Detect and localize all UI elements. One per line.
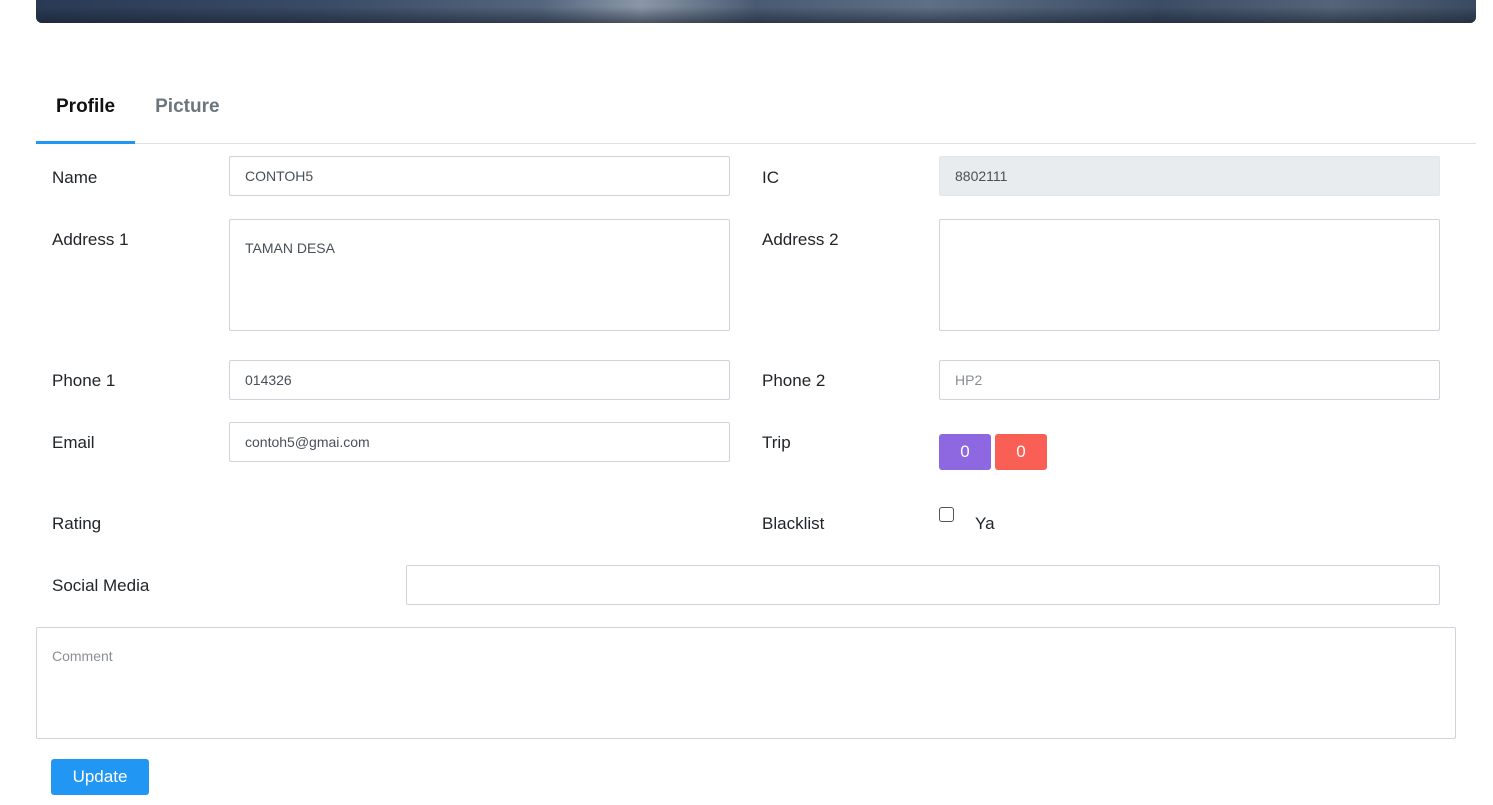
address1-label: Address 1 <box>52 230 129 249</box>
phone1-label: Phone 1 <box>52 371 116 390</box>
phone2-input[interactable] <box>939 360 1440 400</box>
header-banner-image <box>36 0 1476 23</box>
phone1-input[interactable] <box>229 360 730 400</box>
blacklist-option-label: Ya <box>975 514 995 533</box>
address2-label: Address 2 <box>762 230 839 249</box>
blacklist-checkbox[interactable] <box>939 507 954 522</box>
name-label: Name <box>52 168 98 187</box>
email-input[interactable] <box>229 422 730 462</box>
blacklist-label: Blacklist <box>762 514 825 533</box>
address2-textarea[interactable] <box>939 219 1440 331</box>
update-button[interactable]: Update <box>51 759 149 795</box>
social-media-label: Social Media <box>52 576 150 595</box>
tab-profile[interactable]: Profile <box>36 70 136 144</box>
trip-label: Trip <box>762 433 791 452</box>
trip-count-purple-button[interactable]: 0 <box>939 434 991 470</box>
social-media-input[interactable] <box>406 565 1440 605</box>
name-input[interactable] <box>229 156 730 196</box>
address1-textarea[interactable]: TAMAN DESA <box>229 219 730 331</box>
rating-label: Rating <box>52 514 102 533</box>
comment-textarea[interactable] <box>36 627 1456 739</box>
profile-tabs: Profile Picture <box>36 70 1476 144</box>
email-label: Email <box>52 433 95 452</box>
ic-label: IC <box>762 168 779 187</box>
phone2-label: Phone 2 <box>762 371 826 390</box>
ic-input <box>939 156 1440 196</box>
trip-count-red-button[interactable]: 0 <box>995 434 1047 470</box>
tab-picture[interactable]: Picture <box>135 70 239 143</box>
